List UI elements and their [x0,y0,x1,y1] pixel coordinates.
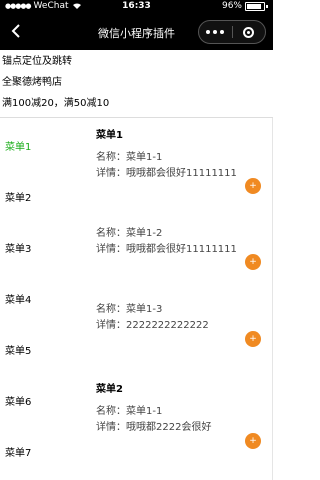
more-options-button[interactable] [199,30,232,34]
item-name: 名称：菜单1-1 [96,406,163,417]
item-detail: 详情：2222222222222 [96,320,209,331]
navigation-bar: 微信小程序插件 [0,14,273,50]
sidebar-item-menu7[interactable]: 菜单7 [5,444,31,459]
more-dot-icon [220,30,225,34]
more-dot-icon [206,30,211,34]
sidebar-item-menu3[interactable]: 菜单3 [5,240,31,255]
add-to-cart-button[interactable]: + [245,254,261,270]
item-detail: 详情：哦哦都会很好11111111 [96,168,237,179]
promotion-text: 满100减20，满50减10 [2,98,110,109]
battery-percent: 96% [221,1,242,11]
item-name: 名称：菜单1-1 [96,152,163,163]
item-detail: 详情：哦哦都会很好11111111 [96,244,237,255]
sidebar-item-menu4[interactable]: 菜单4 [5,291,31,306]
item-name: 名称：菜单1-2 [96,228,163,239]
more-dot-icon [213,30,218,34]
status-bar: ●●●●● WeChat 16:33 96% [0,0,273,14]
section-title: 菜单1 [96,130,123,141]
add-to-cart-button[interactable]: + [245,178,261,194]
battery-icon [245,1,265,11]
status-right: 96% [222,1,268,11]
item-detail: 详情：哦哦都2222会很好 [96,422,212,433]
store-name: 全聚德烤鸭店 [2,77,62,88]
close-mini-program-button[interactable] [233,26,266,38]
add-to-cart-button[interactable]: + [245,331,261,347]
add-to-cart-button[interactable]: + [245,433,261,449]
sidebar-item-menu5[interactable]: 菜单5 [5,342,31,357]
right-edge-line [272,118,273,480]
item-name: 名称：菜单1-3 [96,304,163,315]
mini-program-capsule [198,20,266,44]
category-sidebar: 菜单1 菜单2 菜单3 菜单4 菜单5 菜单6 菜单7 [0,118,90,480]
battery-tip [266,4,268,8]
page-heading: 锚点定位及跳转 [2,56,72,67]
close-ring-icon [243,26,255,38]
menu-content: 菜单1 名称：菜单1-1 详情：哦哦都会很好11111111 + 名称：菜单1-… [95,118,273,480]
sidebar-item-menu2[interactable]: 菜单2 [5,189,31,204]
section-title: 菜单2 [96,384,123,395]
sidebar-item-menu1[interactable]: 菜单1 [5,138,31,153]
sidebar-item-menu6[interactable]: 菜单6 [5,393,31,408]
